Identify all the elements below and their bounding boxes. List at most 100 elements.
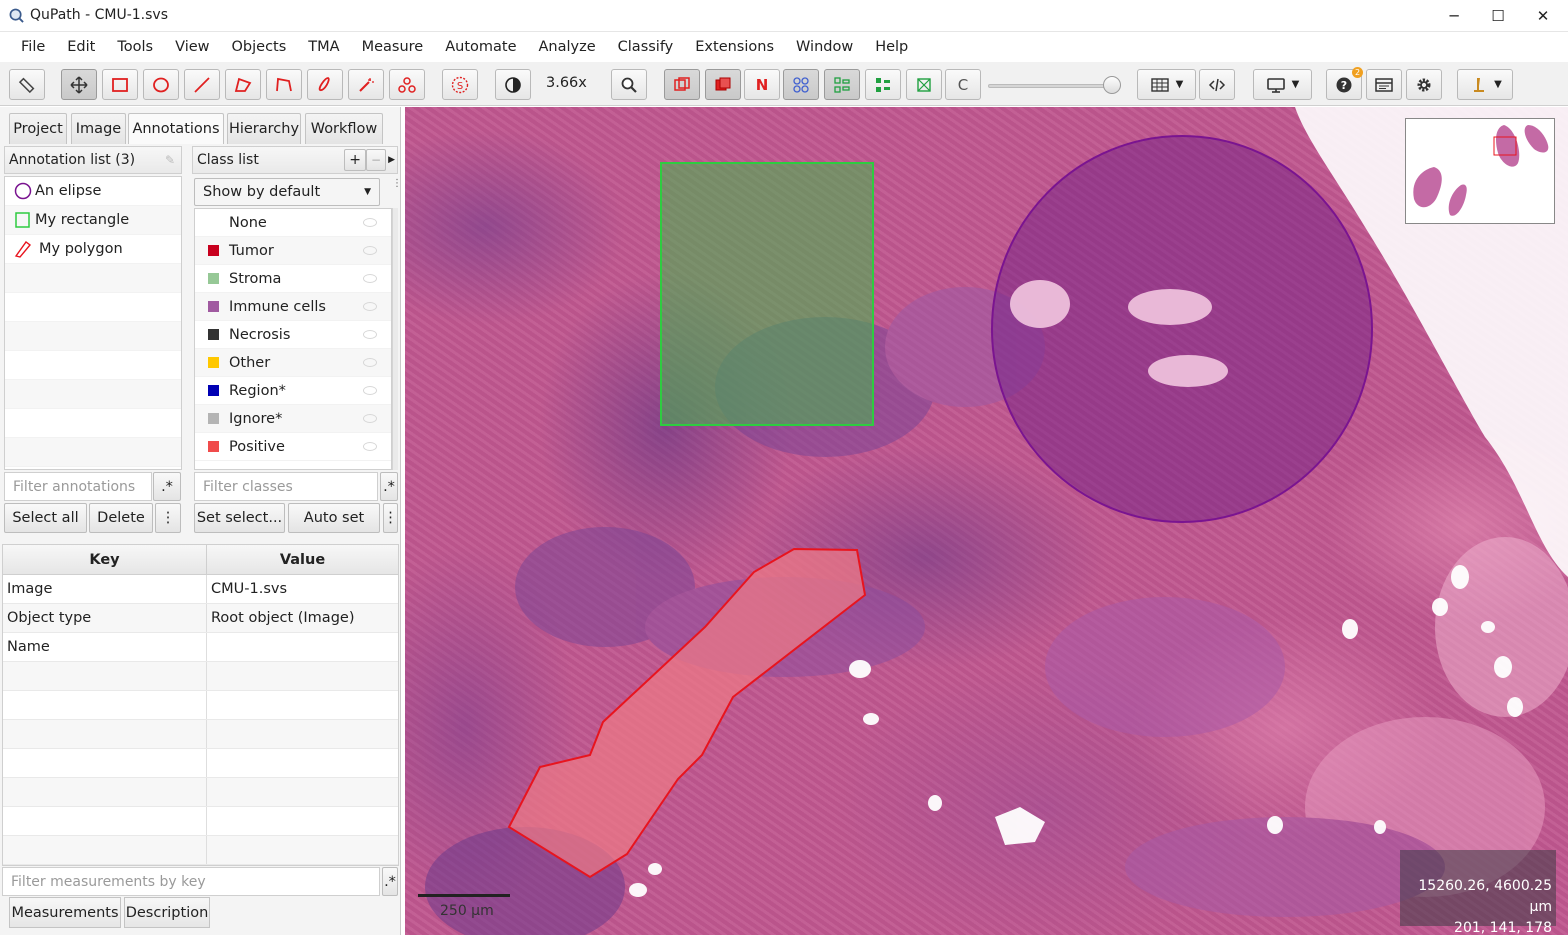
eye-icon[interactable] <box>363 386 377 395</box>
opacity-slider-track[interactable] <box>988 84 1114 88</box>
show-annotations-button[interactable] <box>664 69 700 100</box>
measurement-filter-input[interactable]: Filter measurements by key <box>2 867 380 896</box>
class-item-stroma[interactable]: Stroma <box>195 265 391 293</box>
image-viewer[interactable] <box>405 107 1568 935</box>
show-tma-grid-button[interactable] <box>783 69 819 100</box>
show-connections-button[interactable] <box>906 69 942 100</box>
minimize-button[interactable]: ─ <box>1431 0 1477 32</box>
polyline-tool-button[interactable] <box>266 69 302 100</box>
show-detections-button[interactable] <box>824 69 860 100</box>
viewer-display-button[interactable]: ▼ <box>1253 69 1312 100</box>
delete-button[interactable]: Delete <box>89 503 153 533</box>
class-item-none[interactable]: None <box>195 209 391 237</box>
eye-icon[interactable] <box>363 330 377 339</box>
set-selected-button[interactable]: Set select... <box>194 503 285 533</box>
menu-analyze[interactable]: Analyze <box>528 32 607 62</box>
annotation-item-rectangle[interactable]: My rectangle <box>5 206 181 235</box>
table-row[interactable]: Object type Root object (Image) <box>3 604 398 633</box>
grid-options-button[interactable]: ▼ <box>1137 69 1196 100</box>
show-names-button[interactable]: N <box>744 69 780 100</box>
line-tool-button[interactable] <box>184 69 220 100</box>
selection-mode-button[interactable]: S <box>442 69 478 100</box>
eye-icon[interactable] <box>363 442 377 451</box>
menu-tma[interactable]: TMA <box>297 32 350 62</box>
chevron-right-icon[interactable]: ▶ <box>388 155 395 165</box>
tab-workflow[interactable]: Workflow <box>305 113 383 144</box>
class-item-immune-cells[interactable]: Immune cells <box>195 293 391 321</box>
show-channels-button[interactable]: C <box>945 69 981 100</box>
ellipse-tool-button[interactable] <box>143 69 179 100</box>
log-button[interactable] <box>1366 69 1402 100</box>
annotation-item-ellipse[interactable]: An elipse <box>5 177 181 206</box>
tab-description[interactable]: Description <box>124 897 210 928</box>
menu-view[interactable]: View <box>164 32 220 62</box>
fill-annotations-button[interactable] <box>705 69 741 100</box>
ellipse-annotation[interactable] <box>991 135 1373 523</box>
eye-icon[interactable] <box>363 274 377 283</box>
close-button[interactable]: ✕ <box>1520 0 1566 32</box>
menu-edit[interactable]: Edit <box>56 32 106 62</box>
tab-annotations[interactable]: Annotations <box>128 113 224 144</box>
select-all-button[interactable]: Select all <box>4 503 87 533</box>
class-list-scrollbar[interactable] <box>392 208 398 470</box>
measurement-regex-toggle[interactable]: .* <box>382 867 398 896</box>
brush-tool-button[interactable] <box>307 69 343 100</box>
annotation-regex-toggle[interactable]: .* <box>153 472 181 501</box>
overview-thumbnail[interactable] <box>1405 118 1555 224</box>
class-item-tumor[interactable]: Tumor <box>195 237 391 265</box>
class-regex-toggle[interactable]: .* <box>380 472 398 501</box>
opacity-slider-thumb[interactable] <box>1103 76 1121 94</box>
menu-help[interactable]: Help <box>864 32 919 62</box>
class-more-button[interactable]: ⋮ <box>383 503 398 533</box>
menu-objects[interactable]: Objects <box>221 32 298 62</box>
move-tool-button[interactable] <box>61 69 97 100</box>
class-dropdown-more[interactable]: ⋮ <box>392 178 402 206</box>
maximize-button[interactable]: ☐ <box>1475 0 1521 32</box>
wand-tool-button[interactable] <box>348 69 384 100</box>
class-item-region[interactable]: Region* <box>195 377 391 405</box>
annotation-filter-input[interactable]: Filter annotations <box>4 472 152 501</box>
edit-pencil-icon[interactable]: ✎ <box>165 153 175 167</box>
brightness-contrast-button[interactable] <box>495 69 531 100</box>
eye-icon[interactable] <box>363 246 377 255</box>
rectangle-tool-button[interactable] <box>102 69 138 100</box>
menu-measure[interactable]: Measure <box>351 32 435 62</box>
class-item-positive[interactable]: Positive <box>195 433 391 461</box>
class-item-ignore[interactable]: Ignore* <box>195 405 391 433</box>
menu-tools[interactable]: Tools <box>106 32 164 62</box>
menu-classify[interactable]: Classify <box>607 32 685 62</box>
class-item-necrosis[interactable]: Necrosis <box>195 321 391 349</box>
tab-hierarchy[interactable]: Hierarchy <box>227 113 301 144</box>
table-row[interactable]: Image CMU-1.svs <box>3 575 398 604</box>
class-filter-input[interactable]: Filter classes <box>194 472 378 501</box>
preferences-button[interactable] <box>1406 69 1442 100</box>
polygon-tool-button[interactable] <box>225 69 261 100</box>
column-header-value[interactable]: Value <box>207 545 398 574</box>
eye-icon[interactable] <box>363 358 377 367</box>
fill-detections-button[interactable] <box>865 69 901 100</box>
add-class-button[interactable]: + <box>344 149 367 171</box>
annotation-item-polygon[interactable]: My polygon <box>5 235 181 264</box>
class-item-other[interactable]: Other <box>195 349 391 377</box>
eye-icon[interactable] <box>363 302 377 311</box>
zoom-to-fit-button[interactable] <box>611 69 647 100</box>
menu-file[interactable]: File <box>10 32 56 62</box>
tab-project[interactable]: Project <box>9 113 67 144</box>
toggle-analysis-pane-button[interactable] <box>9 69 45 100</box>
auto-set-button[interactable]: Auto set <box>288 503 380 533</box>
menu-extensions[interactable]: Extensions <box>684 32 785 62</box>
tab-image[interactable]: Image <box>71 113 126 144</box>
points-tool-button[interactable] <box>389 69 425 100</box>
column-header-key[interactable]: Key <box>3 545 207 574</box>
rectangle-annotation[interactable] <box>660 162 874 426</box>
class-display-dropdown[interactable]: Show by default ▼ <box>194 178 380 206</box>
eye-icon[interactable] <box>363 414 377 423</box>
tab-measurements[interactable]: Measurements <box>9 897 121 928</box>
annotation-more-button[interactable]: ⋮ <box>155 503 181 533</box>
remove-class-button[interactable]: − <box>366 149 387 171</box>
script-editor-button[interactable] <box>1199 69 1235 100</box>
help-button[interactable]: ? 2 <box>1326 67 1363 100</box>
table-row[interactable]: Name <box>3 633 398 662</box>
menu-window[interactable]: Window <box>785 32 864 62</box>
eye-icon[interactable] <box>363 218 377 227</box>
